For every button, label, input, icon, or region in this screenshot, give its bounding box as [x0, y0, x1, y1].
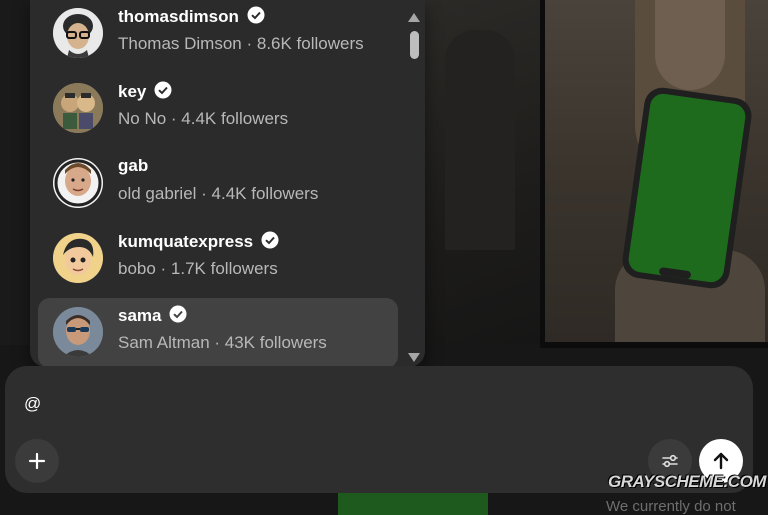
verified-badge-icon	[261, 231, 279, 249]
avatar-thomasdimson-icon	[53, 8, 103, 58]
avatar-sama-icon	[53, 307, 103, 357]
background-tile-left	[0, 0, 30, 345]
mention-item-key[interactable]: key No No · 4.4K followers	[38, 74, 398, 144]
background-tile-phone-video	[545, 0, 768, 342]
avatar-key-icon	[53, 83, 103, 133]
verified-badge-icon	[169, 305, 187, 323]
avatar-gab-icon	[53, 158, 103, 208]
plus-icon	[28, 452, 46, 470]
background-caption: We currently do not	[606, 498, 736, 515]
mention-subtitle: Thomas Dimson · 8.6K followers	[118, 34, 364, 53]
mention-item-kumquatexpress[interactable]: kumquatexpress bobo · 1.7K followers	[38, 224, 398, 294]
mention-item-sama[interactable]: sama Sam Altman · 43K followers	[38, 298, 398, 367]
verified-badge-icon	[247, 6, 265, 24]
mention-username: kumquatexpress	[118, 231, 279, 252]
mention-username: key	[118, 81, 172, 102]
add-attachment-button[interactable]	[15, 439, 59, 483]
mention-subtitle: No No · 4.4K followers	[118, 109, 289, 128]
mention-item-thomasdimson[interactable]: thomasdimson Thomas Dimson · 8.6K follow…	[38, 0, 398, 69]
mention-subtitle: Sam Altman · 43K followers	[118, 333, 327, 352]
composer-input[interactable]: @	[24, 394, 41, 414]
verified-badge-icon	[154, 81, 172, 99]
watermark-text: GRAYSCHEME.COM	[608, 472, 766, 491]
background-tile-middle	[425, 0, 540, 345]
mention-username: thomasdimson	[118, 6, 265, 27]
mention-subtitle: old gabriel · 4.4K followers	[118, 184, 319, 203]
sliders-icon	[662, 454, 678, 468]
mention-item-gab[interactable]: gab old gabriel · 4.4K followers	[38, 149, 398, 219]
scroll-up-arrow-icon[interactable]	[408, 13, 420, 22]
mention-suggestions-dropdown[interactable]: thomasdimson Thomas Dimson · 8.6K follow…	[30, 0, 425, 367]
scrollbar-thumb[interactable]	[410, 31, 419, 59]
mention-username: gab	[118, 156, 149, 175]
mention-username: sama	[118, 305, 187, 326]
arrow-up-icon	[713, 452, 729, 470]
avatar-kumquatexpress-icon	[53, 233, 103, 283]
mention-subtitle: bobo · 1.7K followers	[118, 259, 278, 278]
scroll-down-arrow-icon[interactable]	[408, 353, 420, 362]
